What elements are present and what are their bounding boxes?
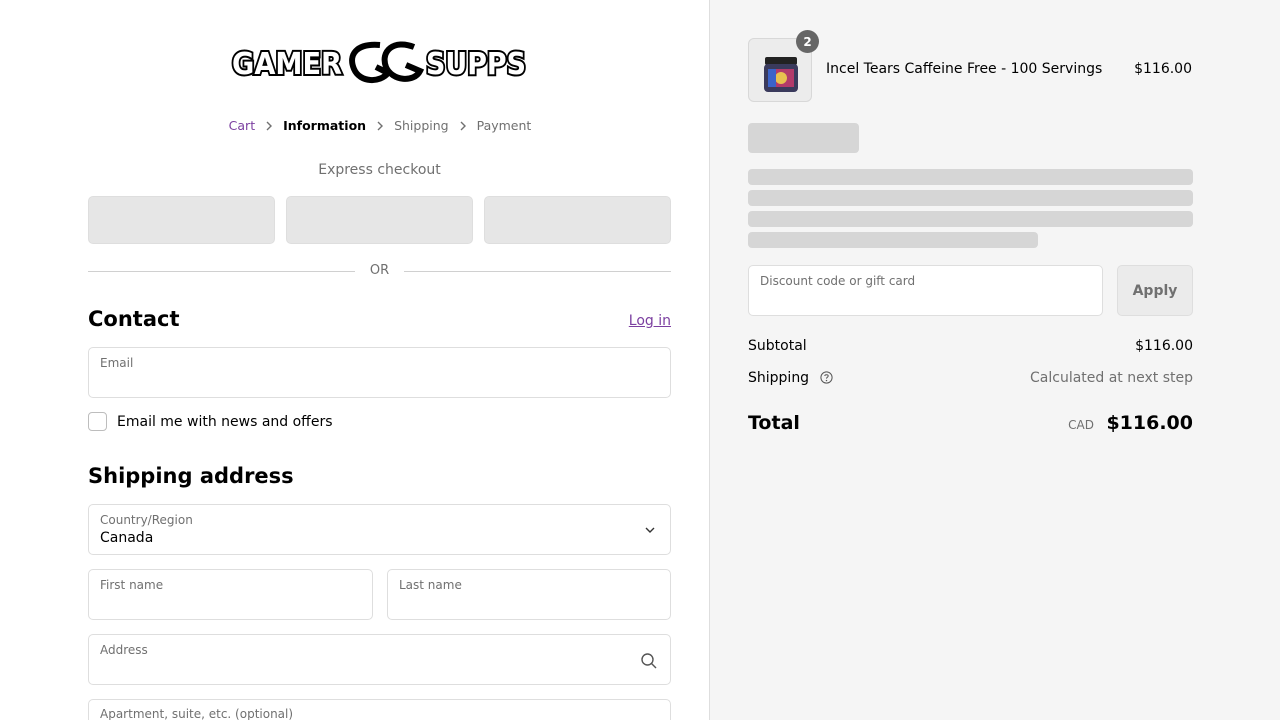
- express-checkout-title: Express checkout: [318, 162, 441, 178]
- express-pay-button-1[interactable]: [88, 196, 275, 244]
- log-in-link[interactable]: Log in: [629, 313, 671, 329]
- total-label: Total: [748, 412, 800, 434]
- divider-line: [404, 271, 671, 272]
- svg-text:GAMER: GAMER: [232, 47, 342, 82]
- chevron-right-icon: [366, 121, 394, 131]
- discount-code-label: Discount code or gift card: [760, 274, 916, 288]
- first-name-label: First name: [100, 578, 164, 592]
- shipping-value: Calculated at next step: [1030, 370, 1193, 386]
- subtotal-value: $116.00: [1135, 338, 1193, 354]
- email-label: Email: [100, 356, 134, 370]
- search-icon[interactable]: [640, 652, 658, 670]
- checkout-main: GAMER SUPPS Cart Information Shipping Pa…: [0, 0, 709, 720]
- breadcrumb-shipping: Shipping: [394, 118, 449, 133]
- loading-placeholder: [748, 211, 1193, 227]
- loading-placeholder: [748, 232, 1038, 248]
- address-label: Address: [100, 643, 148, 657]
- shipping-label: Shipping: [748, 370, 810, 386]
- express-pay-button-3[interactable]: [484, 196, 671, 244]
- subtotal-row: Subtotal $116.00: [748, 338, 1193, 354]
- apartment-field[interactable]: Apartment, suite, etc. (optional): [88, 699, 671, 720]
- help-icon[interactable]: [819, 371, 833, 384]
- total-currency: CAD: [1068, 418, 1094, 432]
- product-name: Incel Tears Caffeine Free - 100 Servings: [826, 61, 1103, 77]
- discount-code-field[interactable]: Discount code or gift card: [748, 265, 1103, 316]
- total-row: Total CAD $116.00: [748, 412, 1193, 434]
- country-select[interactable]: Country/Region Canada: [88, 504, 671, 555]
- shipping-row: Shipping Calculated at next step: [748, 370, 1193, 386]
- newsletter-checkbox[interactable]: [88, 412, 107, 431]
- subtotal-label: Subtotal: [748, 338, 807, 354]
- country-value: Canada: [100, 530, 154, 546]
- gamer-supps-logo[interactable]: GAMER SUPPS: [230, 37, 530, 87]
- chevron-down-icon: [645, 527, 655, 533]
- product-price: $116.00: [1134, 61, 1192, 77]
- express-pay-button-2[interactable]: [286, 196, 473, 244]
- newsletter-option[interactable]: Email me with news and offers: [88, 412, 333, 431]
- shipping-address-heading: Shipping address: [88, 464, 294, 488]
- first-name-field[interactable]: First name: [88, 569, 373, 620]
- newsletter-label: Email me with news and offers: [117, 413, 333, 430]
- breadcrumb: Cart Information Shipping Payment: [0, 118, 760, 133]
- last-name-field[interactable]: Last name: [387, 569, 671, 620]
- email-field[interactable]: Email: [88, 347, 671, 398]
- last-name-label: Last name: [399, 578, 462, 592]
- total-value: $116.00: [1106, 412, 1193, 434]
- quantity-badge: 2: [796, 30, 819, 53]
- country-label: Country/Region: [100, 513, 193, 527]
- loading-placeholder: [748, 169, 1193, 185]
- loading-placeholder: [748, 123, 859, 153]
- breadcrumb-cart[interactable]: Cart: [229, 118, 255, 133]
- loading-placeholder: [748, 190, 1193, 206]
- order-summary: 2 Incel Tears Caffeine Free - 100 Servin…: [709, 0, 1280, 720]
- svg-text:SUPPS: SUPPS: [426, 47, 526, 82]
- or-divider: OR: [88, 262, 671, 280]
- apartment-label: Apartment, suite, etc. (optional): [100, 707, 294, 720]
- breadcrumb-information: Information: [283, 118, 367, 133]
- contact-heading: Contact: [88, 307, 180, 331]
- chevron-right-icon: [255, 121, 283, 131]
- chevron-right-icon: [449, 121, 477, 131]
- apply-discount-button[interactable]: Apply: [1117, 265, 1193, 316]
- breadcrumb-payment: Payment: [476, 118, 532, 133]
- address-field[interactable]: Address: [88, 634, 671, 685]
